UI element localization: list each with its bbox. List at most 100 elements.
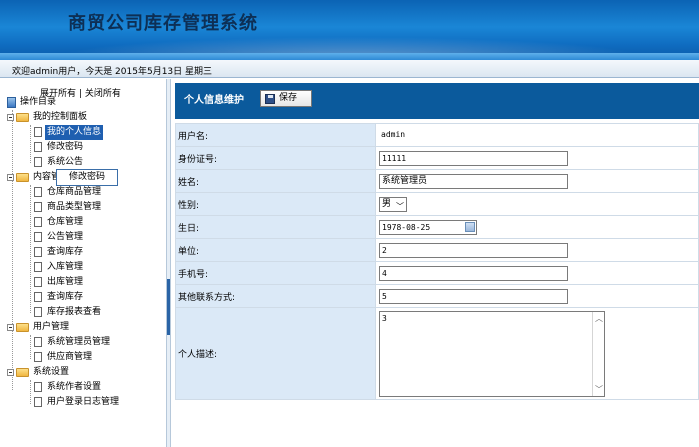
- scroll-up-icon[interactable]: ︿: [595, 313, 603, 324]
- username-value: admin: [381, 130, 406, 139]
- tree-root-label: 操作目录: [20, 97, 57, 107]
- welcome-text: 欢迎admin用户，今天是 2015年5月13日 星期三: [12, 67, 213, 77]
- other-contact-input[interactable]: 5: [379, 288, 568, 304]
- collapse-icon[interactable]: [7, 369, 14, 376]
- tree-item[interactable]: 供应商管理: [34, 350, 94, 365]
- tree-group-users[interactable]: 用户管理: [7, 320, 71, 335]
- tooltip: 修改密码: [56, 169, 118, 186]
- form-row-phone: 手机号: 4: [175, 261, 699, 285]
- tree-line: [30, 125, 31, 163]
- description-value: 3: [382, 313, 387, 323]
- description-textarea[interactable]: 3 ︿ ﹀: [379, 310, 605, 397]
- tree-root[interactable]: 操作目录: [7, 95, 58, 110]
- form-row-other-contact: 其他联系方式: 5: [175, 284, 699, 308]
- app-title: 商贸公司库存管理系统: [68, 13, 258, 34]
- tree-item-label: 库存报表查看: [47, 307, 102, 317]
- birthday-field[interactable]: 1978-08-25: [379, 219, 477, 235]
- document-icon: [34, 277, 42, 287]
- textarea-scrollbar[interactable]: ︿ ﹀: [592, 311, 604, 396]
- tree-item-label: 供应商管理: [47, 352, 93, 362]
- header-banner: 商贸公司库存管理系统: [0, 0, 699, 60]
- collapse-all-link[interactable]: 关闭所有: [85, 89, 121, 99]
- tree-item[interactable]: 库存报表查看: [34, 305, 103, 320]
- tree-item[interactable]: 系统管理员管理: [34, 335, 112, 350]
- document-icon: [34, 127, 42, 137]
- tree-item-label: 仓库商品管理: [47, 187, 102, 197]
- welcome-bar: 欢迎admin用户，今天是 2015年5月13日 星期三: [0, 60, 699, 78]
- document-icon: [34, 307, 42, 317]
- form-row-birthday: 生日: 1978-08-25: [175, 215, 699, 239]
- phone-input[interactable]: 4: [379, 265, 568, 281]
- tree-item[interactable]: 公告管理: [34, 230, 85, 245]
- document-icon: [34, 187, 42, 197]
- form-row-name: 姓名: 系统管理员: [175, 169, 699, 193]
- form-row-idcard: 身份证号: 11111: [175, 146, 699, 170]
- tree-item[interactable]: 仓库管理: [34, 215, 85, 230]
- tree-line: [30, 380, 31, 404]
- collapse-icon[interactable]: [7, 324, 14, 331]
- tree-item-label: 出库管理: [47, 277, 84, 287]
- tree-item[interactable]: 商品类型管理: [34, 200, 103, 215]
- toolbar-separator: |: [78, 89, 82, 99]
- gender-value: 男: [382, 198, 392, 209]
- document-icon: [34, 397, 42, 407]
- collapse-icon[interactable]: [7, 114, 14, 121]
- document-icon: [34, 337, 42, 347]
- name-label: 姓名:: [175, 169, 376, 193]
- document-icon: [34, 217, 42, 227]
- calendar-icon[interactable]: [465, 221, 475, 232]
- tree-group-settings[interactable]: 系统设置: [7, 365, 71, 380]
- tree-item[interactable]: 查询库存: [34, 290, 85, 305]
- unit-input[interactable]: 2: [379, 242, 568, 258]
- splitter-grip[interactable]: [167, 279, 170, 335]
- tree-item-label: 仓库管理: [47, 217, 84, 227]
- scroll-down-icon[interactable]: ﹀: [595, 384, 603, 395]
- document-icon: [34, 262, 42, 272]
- unit-label: 单位:: [175, 238, 376, 262]
- tree-item-label: 系统管理员管理: [47, 337, 111, 347]
- birthday-input[interactable]: 1978-08-25: [379, 219, 477, 235]
- tree-line: [12, 110, 13, 390]
- tree-item-label: 商品类型管理: [47, 202, 102, 212]
- tree-item[interactable]: 用户登录日志管理: [34, 395, 121, 410]
- tree-line: [30, 185, 31, 313]
- gender-select[interactable]: 男 ﹀: [379, 196, 407, 212]
- tree-group-label: 我的控制面板: [33, 112, 88, 122]
- form-row-description: 个人描述: 3 ︿ ﹀: [175, 307, 699, 400]
- page-title: 个人信息维护: [184, 95, 244, 106]
- document-icon: [34, 382, 42, 392]
- tree-group-content[interactable]: 内容管: [7, 170, 62, 185]
- description-label: 个人描述:: [175, 307, 376, 400]
- tree-item-label: 查询库存: [47, 292, 84, 302]
- document-icon: [34, 232, 42, 242]
- folder-open-icon: [16, 368, 29, 377]
- tree-item-announcement[interactable]: 系统公告: [34, 155, 85, 170]
- tree-item[interactable]: 入库管理: [34, 260, 85, 275]
- collapse-icon[interactable]: [7, 174, 14, 181]
- profile-form: 用户名: admin 身份证号: 11111 姓名: 系统管理员 性别: 男 ﹀ …: [175, 123, 699, 400]
- sidebar: 展开所有 | 关闭所有 操作目录 我的控制面板 我的个人信息 修改密码 系统公告…: [0, 79, 166, 447]
- tree-group-label: 系统设置: [33, 367, 70, 377]
- save-disk-icon: [265, 94, 275, 104]
- tree-item[interactable]: 查询库存: [34, 245, 85, 260]
- other-contact-label: 其他联系方式:: [175, 284, 376, 308]
- name-input[interactable]: 系统管理员: [379, 173, 568, 189]
- tree-item-label: 系统公告: [47, 157, 84, 167]
- tree-item[interactable]: 仓库商品管理: [34, 185, 103, 200]
- phone-label: 手机号:: [175, 261, 376, 285]
- document-icon: [34, 202, 42, 212]
- idcard-input[interactable]: 11111: [379, 150, 568, 166]
- tree-item-label: 修改密码: [47, 142, 84, 152]
- tree-item[interactable]: 出库管理: [34, 275, 85, 290]
- birthday-label: 生日:: [175, 215, 376, 239]
- gender-label: 性别:: [175, 192, 376, 216]
- main-panel: 个人信息维护 保存 用户名: admin 身份证号: 11111 姓名: 系统管…: [171, 79, 699, 447]
- folder-open-icon: [16, 173, 29, 182]
- tree-item-change-password[interactable]: 修改密码: [34, 140, 85, 155]
- tree-item[interactable]: 系统作者设置: [34, 380, 103, 395]
- tree-group-label: 用户管理: [33, 322, 70, 332]
- banner-stripe: [0, 53, 699, 60]
- save-button[interactable]: 保存: [260, 90, 312, 107]
- tree-item-my-info[interactable]: 我的个人信息: [34, 125, 104, 140]
- tree-group-control-panel[interactable]: 我的控制面板: [7, 110, 89, 125]
